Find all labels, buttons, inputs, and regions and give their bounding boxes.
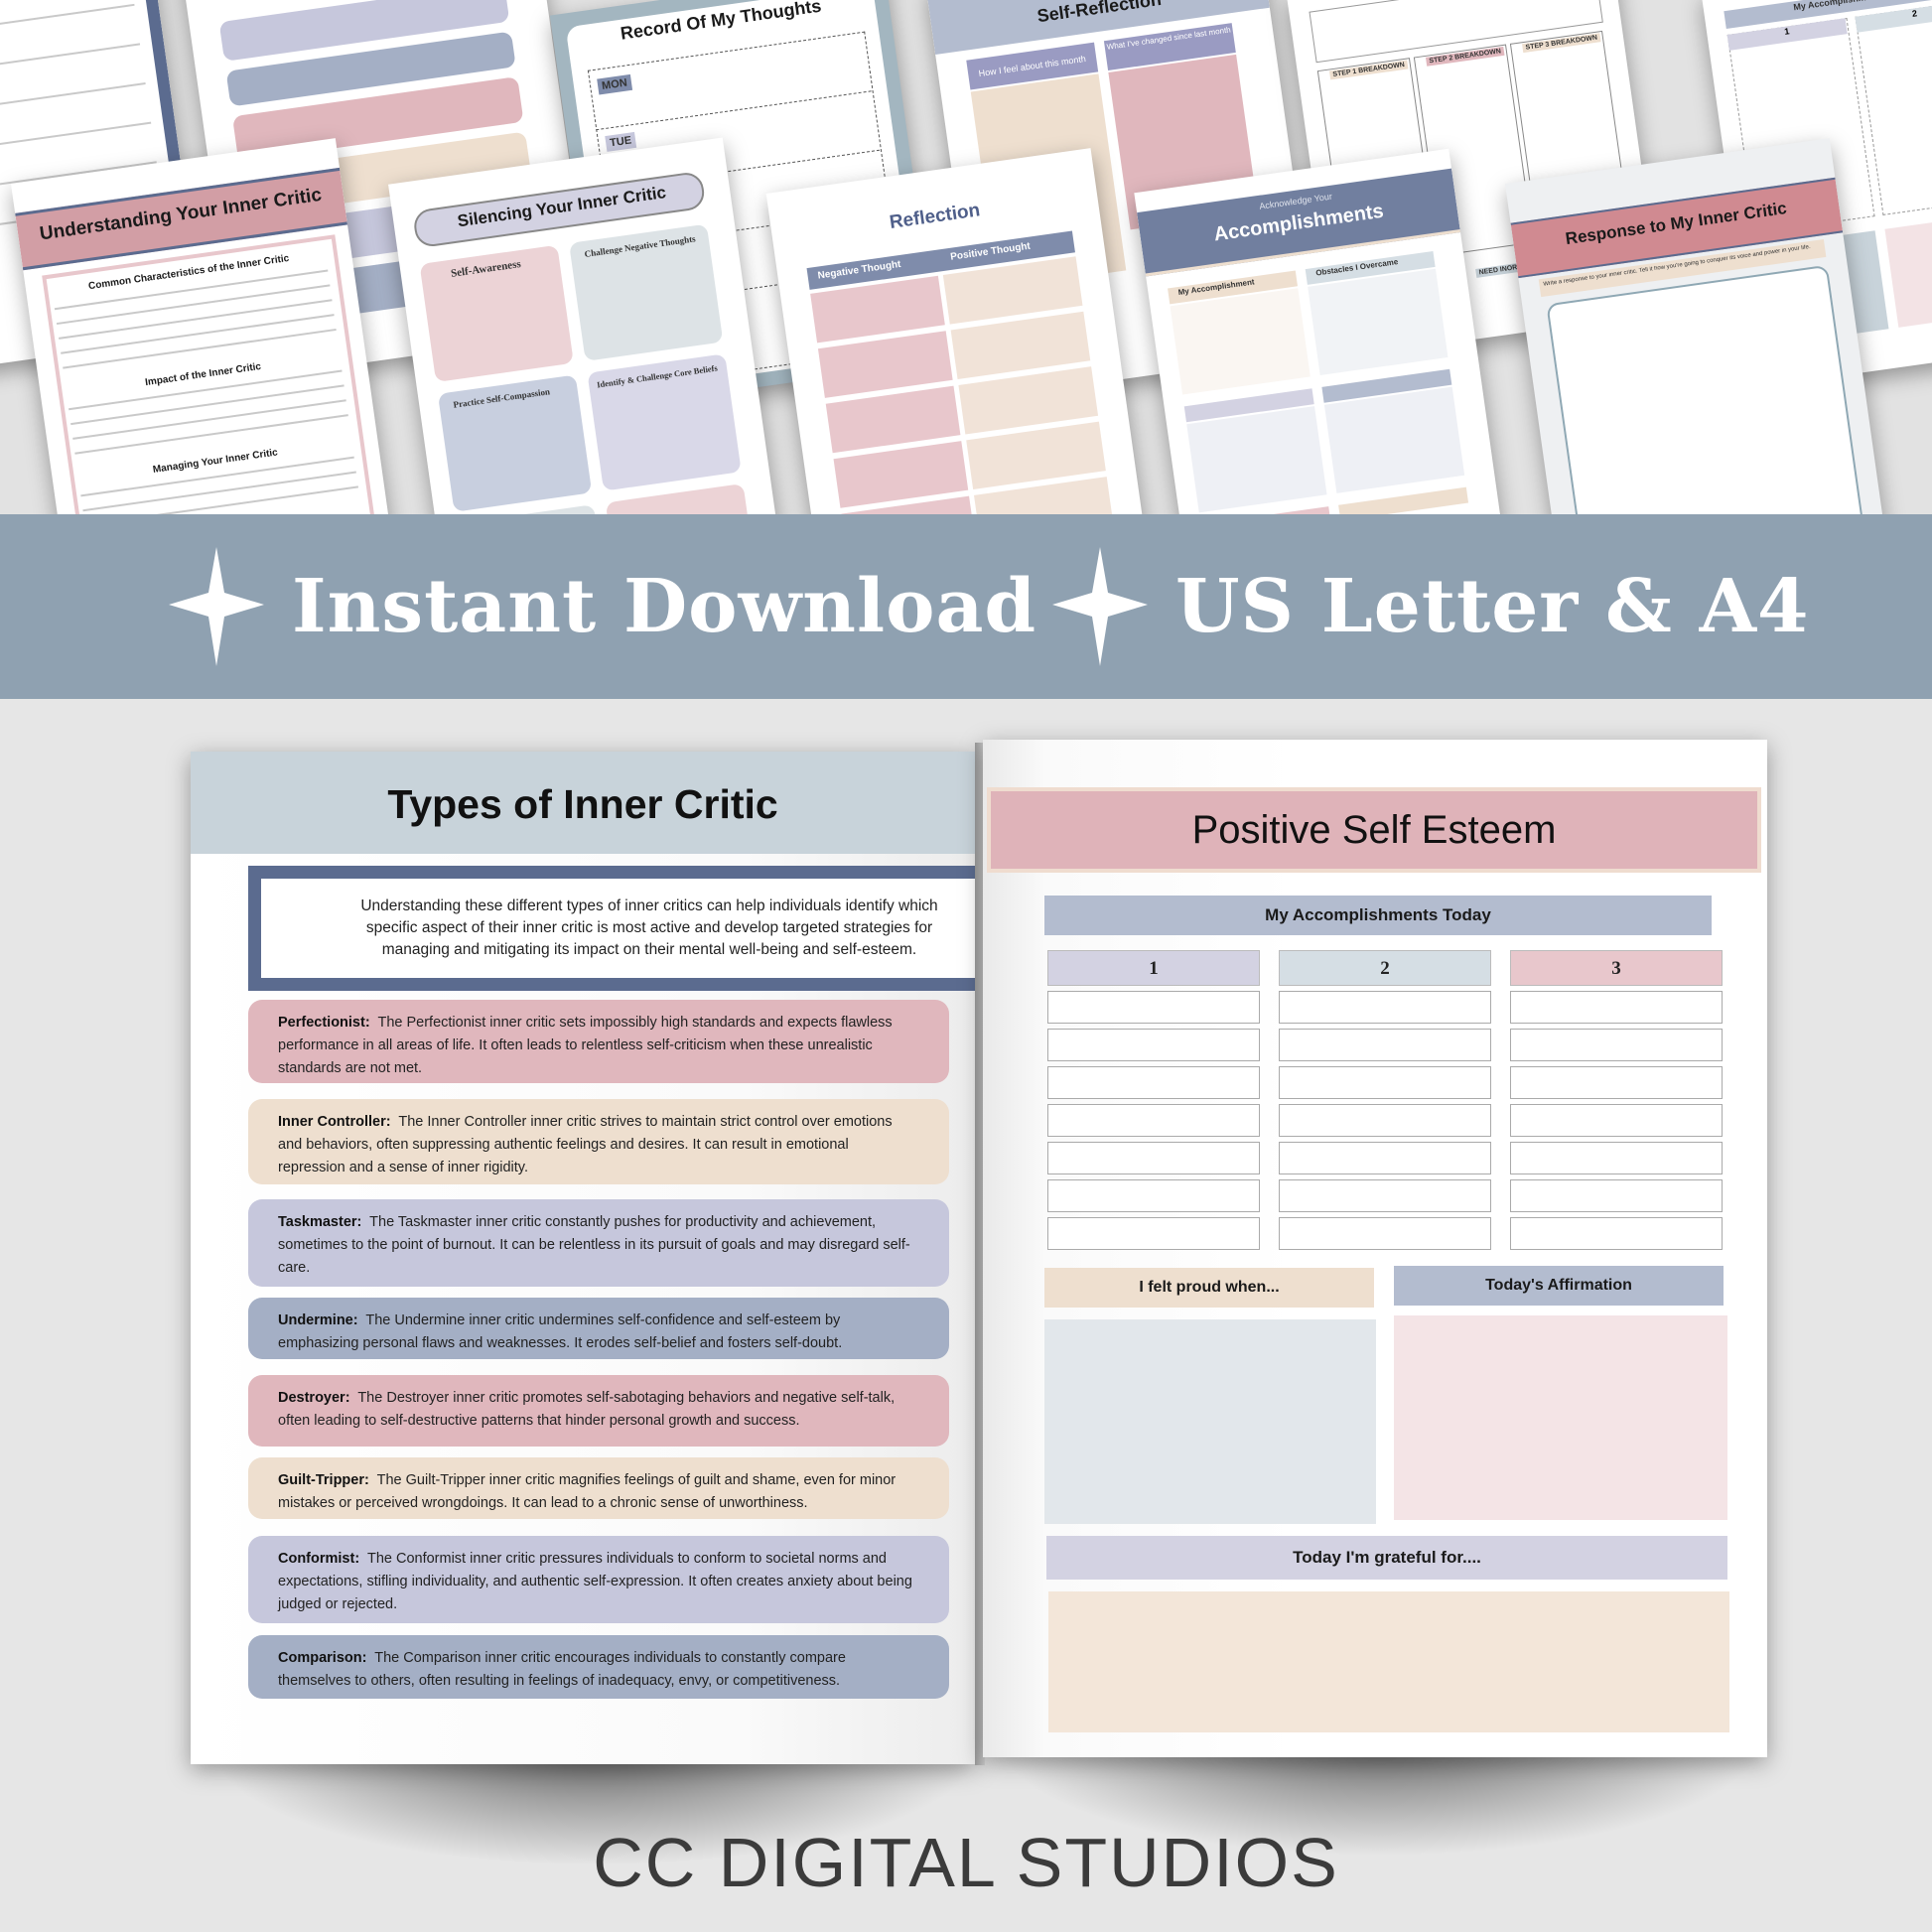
sparkle-icon <box>169 547 264 666</box>
accomplishment-entry-field[interactable] <box>1510 1104 1723 1137</box>
accomplishment-entry-field[interactable] <box>1510 1179 1723 1212</box>
accomplishment-entry-field[interactable] <box>1279 1179 1491 1212</box>
page-preview-collage: Understanding Your Inner Critic Common C… <box>0 0 1932 514</box>
accomplishment-entry-field[interactable] <box>1047 1142 1260 1174</box>
critic-name: Guilt-Tripper: <box>278 1472 369 1488</box>
proud-writing-area[interactable] <box>1044 1319 1376 1524</box>
page-title: Positive Self Esteem <box>1191 808 1557 852</box>
critic-description: The Perfectionist inner critic sets impo… <box>278 1015 893 1076</box>
accomplishment-entry-field[interactable] <box>1279 1104 1491 1137</box>
accomplishment-entry-field[interactable] <box>1047 1104 1260 1137</box>
banner-item-instant-download: Instant Download <box>169 514 1036 699</box>
grateful-writing-area[interactable] <box>1048 1591 1729 1732</box>
accomplishment-entry-field[interactable] <box>1047 1179 1260 1212</box>
proud-label: I felt proud when... <box>1044 1268 1374 1308</box>
accomplishment-entry-field[interactable] <box>1510 1217 1723 1250</box>
accomplishment-entry-field[interactable] <box>1510 1066 1723 1099</box>
accomplishment-entry-field[interactable] <box>1510 1142 1723 1174</box>
brand-name: CC DIGITAL STUDIOS <box>593 1824 1339 1901</box>
accomplishment-entry-field[interactable] <box>1279 1066 1491 1099</box>
banner-label: Instant Download <box>292 564 1037 649</box>
intro-text: Understanding these different types of i… <box>360 897 938 958</box>
accomplishment-entry-field[interactable] <box>1047 1217 1260 1250</box>
critic-name: Undermine: <box>278 1312 358 1328</box>
accomplishments-header: My Accomplishments Today <box>1044 896 1712 935</box>
critic-description: The Guilt-Tripper inner critic magnifies… <box>278 1472 897 1511</box>
critic-card: Undermine: The Undermine inner critic un… <box>248 1298 949 1359</box>
column-header: 2 <box>1279 950 1491 986</box>
critic-card: Taskmaster: The Taskmaster inner critic … <box>248 1199 949 1287</box>
critic-card: Comparison: The Comparison inner critic … <box>248 1635 949 1699</box>
critic-description: The Taskmaster inner critic constantly p… <box>278 1214 910 1276</box>
accomplishment-entry-field[interactable] <box>1510 991 1723 1024</box>
grateful-label: Today I'm grateful for.... <box>1046 1536 1727 1580</box>
critic-card: Inner Controller: The Inner Controller i… <box>248 1099 949 1184</box>
critic-name: Perfectionist: <box>278 1015 370 1031</box>
left-page-types-of-inner-critic: Types of Inner Critic Understanding thes… <box>191 752 1050 1764</box>
column-header: 1 <box>1047 950 1260 986</box>
preview-page-silencing: Silencing Your Inner Critic Self-Awarene… <box>388 137 783 514</box>
accomplishment-column: 1 <box>1047 950 1260 1250</box>
right-page-positive-self-esteem: Positive Self Esteem My Accomplishments … <box>983 740 1767 1757</box>
accomplishment-entry-field[interactable] <box>1047 1029 1260 1061</box>
critic-description: The Undermine inner critic undermines se… <box>278 1312 843 1351</box>
critic-card: Perfectionist: The Perfectionist inner c… <box>248 1000 949 1083</box>
preview-page-reflection: Reflection Negative Thought Positive Tho… <box>765 148 1151 514</box>
preview-page-response: Response to My Inner Critic Write a resp… <box>1504 138 1891 514</box>
critic-card: Guilt-Tripper: The Guilt-Tripper inner c… <box>248 1457 949 1519</box>
critic-description: The Conformist inner critic pressures in… <box>278 1551 912 1612</box>
critic-name: Comparison: <box>278 1650 367 1666</box>
feature-banner: Instant Download US Letter & A4 <box>0 514 1932 699</box>
intro-box: Understanding these different types of i… <box>248 866 1050 991</box>
accomplishment-column: 2 <box>1279 950 1491 1250</box>
critic-card: Destroyer: The Destroyer inner critic pr… <box>248 1375 949 1447</box>
accomplishment-entry-field[interactable] <box>1279 1217 1491 1250</box>
banner-item-paper-sizes: US Letter & A4 <box>1052 514 1810 699</box>
preview-page-understanding: Understanding Your Inner Critic Common C… <box>10 138 397 514</box>
accomplishment-entry-field[interactable] <box>1047 991 1260 1024</box>
critic-name: Conformist: <box>278 1551 360 1567</box>
critic-name: Inner Controller: <box>278 1114 391 1130</box>
sparkle-icon <box>1052 547 1148 666</box>
accomplishment-entry-field[interactable] <box>1279 1142 1491 1174</box>
right-page-header: Positive Self Esteem <box>987 787 1761 873</box>
accomplishment-entry-field[interactable] <box>1510 1029 1723 1061</box>
critic-card: Conformist: The Conformist inner critic … <box>248 1536 949 1623</box>
page-title: Types of Inner Critic <box>387 781 778 827</box>
accomplishment-entry-field[interactable] <box>1047 1066 1260 1099</box>
critic-name: Taskmaster: <box>278 1214 362 1230</box>
banner-label: US Letter & A4 <box>1175 564 1810 649</box>
affirmation-label: Today's Affirmation <box>1394 1266 1724 1306</box>
affirmation-writing-area[interactable] <box>1394 1315 1727 1520</box>
critic-description: The Destroyer inner critic promotes self… <box>278 1390 896 1429</box>
preview-page-accomplishments: Acknowledge Your Accomplishments My Acco… <box>1134 148 1507 514</box>
accomplishment-column: 3 <box>1510 950 1723 1250</box>
column-header: 3 <box>1510 950 1723 986</box>
accomplishment-entry-field[interactable] <box>1279 991 1491 1024</box>
accomplishment-entry-field[interactable] <box>1279 1029 1491 1061</box>
critic-name: Destroyer: <box>278 1390 350 1406</box>
